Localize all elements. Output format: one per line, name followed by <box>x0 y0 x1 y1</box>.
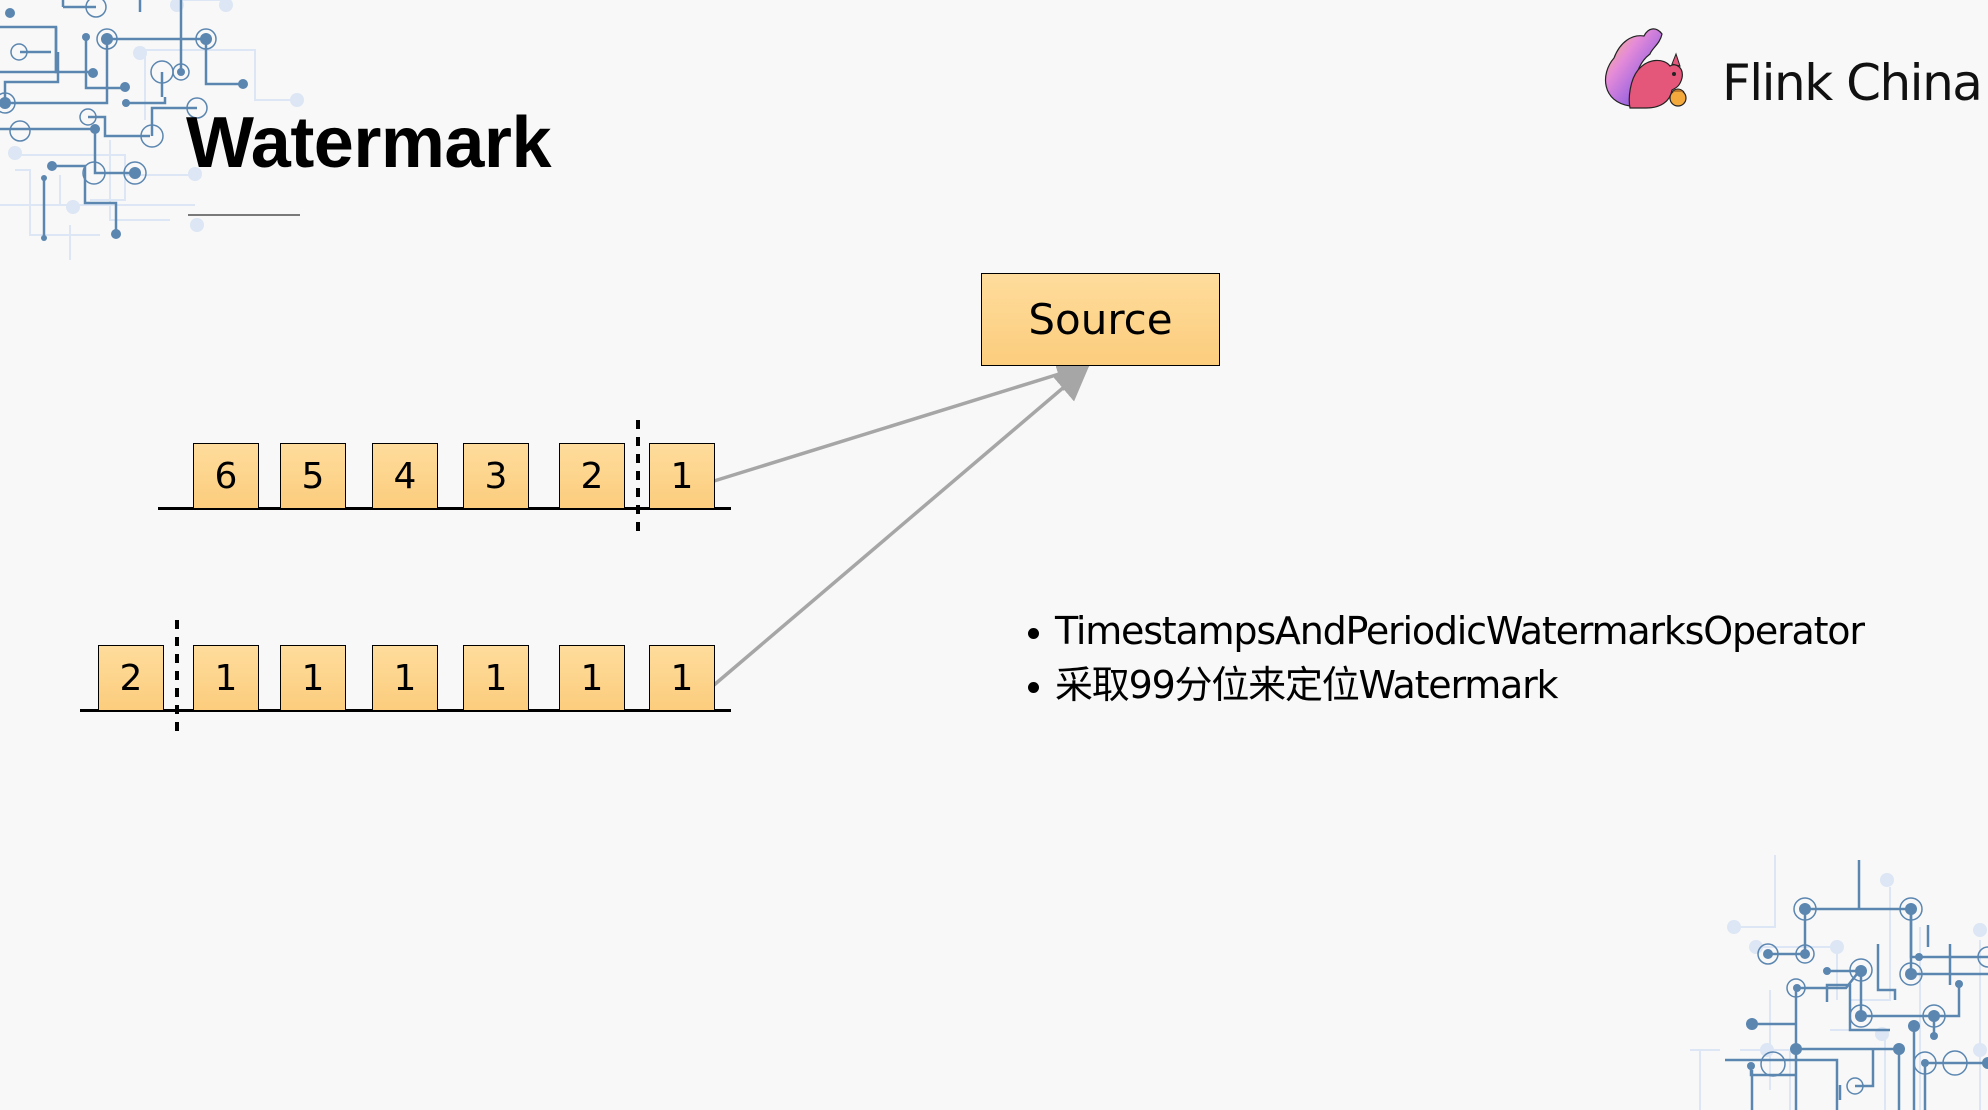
event-box: 1 <box>372 645 438 711</box>
bullet-list: TimestampsAndPeriodicWatermarksOperator … <box>1028 604 1865 712</box>
event-box: 1 <box>649 443 715 509</box>
bullet-dot-icon <box>1028 627 1039 639</box>
event-box: 3 <box>463 443 529 509</box>
source-operator-box: Source <box>981 273 1220 366</box>
squirrel-logo-icon <box>1605 28 1687 109</box>
event-box: 1 <box>559 645 625 711</box>
slide-title: Watermark <box>186 103 552 183</box>
event-box: 5 <box>280 443 346 509</box>
event-box: 6 <box>193 443 259 509</box>
title-underline <box>188 214 300 216</box>
event-box: 1 <box>649 645 715 711</box>
bullet-item: 采取99分位来定位Watermark <box>1028 658 1864 712</box>
bullet-item: TimestampsAndPeriodicWatermarksOperator <box>1028 604 1865 658</box>
watermark-marker <box>636 420 640 536</box>
event-box: 1 <box>463 645 529 711</box>
bullet-text: TimestampsAndPeriodicWatermarksOperator <box>1055 609 1865 653</box>
event-box: 1 <box>280 645 346 711</box>
event-box: 1 <box>193 645 259 711</box>
bullet-text: 采取99分位来定位Watermark <box>1055 663 1559 707</box>
brand-name: Flink China <box>1722 54 1983 112</box>
bullet-dot-icon <box>1028 681 1039 693</box>
event-box: 4 <box>372 443 438 509</box>
event-box: 2 <box>559 443 625 509</box>
arrow-stream-1-to-source <box>713 357 1092 483</box>
watermark-marker <box>175 620 179 738</box>
event-box: 2 <box>98 645 164 711</box>
